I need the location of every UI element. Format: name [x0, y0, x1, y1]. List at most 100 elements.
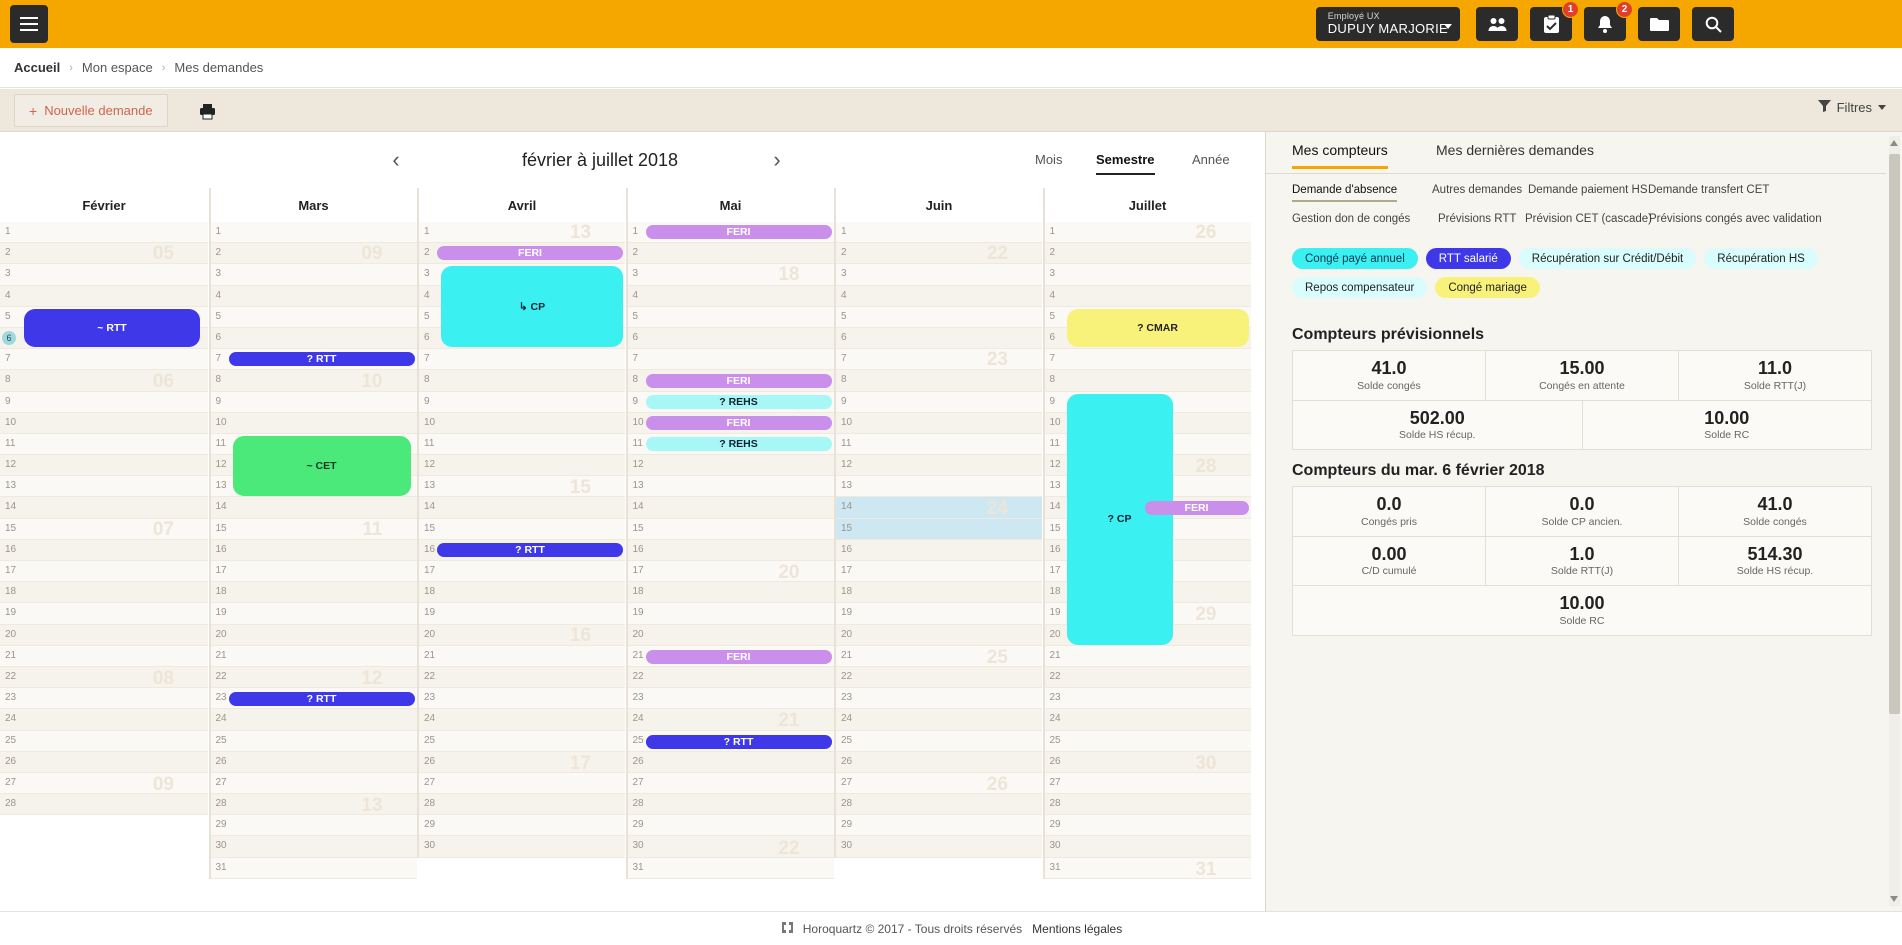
subtab-autres-demandes[interactable]: Autres demandes — [1432, 184, 1522, 200]
day-row[interactable]: 7 — [836, 349, 1042, 370]
day-row[interactable]: 22 — [211, 667, 417, 688]
day-row[interactable]: 20 — [0, 625, 208, 646]
day-row[interactable]: 2 — [1045, 243, 1251, 264]
day-row[interactable]: 8 — [836, 370, 1042, 391]
day-row[interactable]: 4 — [1045, 286, 1251, 307]
day-row[interactable]: 8 — [0, 370, 208, 391]
day-row[interactable]: 15 — [211, 519, 417, 540]
breadcrumb-item-accueil[interactable]: Accueil — [14, 60, 60, 75]
breadcrumb-item-mes-demandes[interactable]: Mes demandes — [174, 60, 263, 75]
day-row[interactable]: 11 — [0, 434, 208, 455]
day-row[interactable]: 24 — [0, 709, 208, 730]
day-row[interactable]: 2 — [211, 243, 417, 264]
day-row[interactable]: 21 — [1045, 646, 1251, 667]
day-row[interactable]: 19 — [0, 603, 208, 624]
day-row[interactable]: 22 — [419, 667, 625, 688]
day-row[interactable]: 27 — [1045, 773, 1251, 794]
day-row[interactable]: 20 — [836, 625, 1042, 646]
day-row[interactable]: 22 — [0, 667, 208, 688]
previous-period-button[interactable]: ‹ — [381, 145, 411, 175]
print-button[interactable] — [193, 97, 221, 125]
day-row[interactable]: 18 — [836, 582, 1042, 603]
day-row[interactable]: 27 — [211, 773, 417, 794]
day-row[interactable]: 10 — [836, 413, 1042, 434]
day-row[interactable]: 26 — [0, 752, 208, 773]
day-row[interactable]: 15 — [628, 519, 834, 540]
day-row[interactable]: 12 — [0, 455, 208, 476]
day-row[interactable]: 3 — [0, 264, 208, 285]
day-row[interactable]: 26 — [419, 752, 625, 773]
day-row[interactable]: 18 — [628, 582, 834, 603]
day-row[interactable]: 7 — [1045, 349, 1251, 370]
day-row[interactable]: 15 — [419, 519, 625, 540]
day-row[interactable]: 31 — [211, 858, 417, 879]
calendar-event[interactable]: ? RTT — [646, 735, 832, 749]
day-row[interactable]: 5 — [628, 307, 834, 328]
day-row[interactable]: 31 — [1045, 858, 1251, 879]
day-row[interactable]: 23 — [419, 688, 625, 709]
subtab-gestion-don-conges[interactable]: Gestion don de congés — [1292, 213, 1410, 229]
day-row[interactable]: 16 — [836, 540, 1042, 561]
day-row[interactable]: 1 — [836, 222, 1042, 243]
day-row[interactable]: 22 — [628, 667, 834, 688]
day-row[interactable]: 1 — [0, 222, 208, 243]
subtab-demande-transfert-cet[interactable]: Demande transfert CET — [1648, 184, 1769, 200]
day-row[interactable]: 6 — [211, 328, 417, 349]
day-row[interactable]: 13 — [628, 476, 834, 497]
day-row[interactable]: 28 — [1045, 794, 1251, 815]
day-row[interactable]: 29 — [628, 815, 834, 836]
day-row[interactable]: 19 — [419, 603, 625, 624]
day-row[interactable]: 19 — [836, 603, 1042, 624]
day-row[interactable]: 30 — [836, 836, 1042, 857]
tab-mes-dernieres-demandes[interactable]: Mes dernières demandes — [1436, 142, 1594, 166]
view-tab-semestre[interactable]: Semestre — [1096, 152, 1155, 175]
day-row[interactable]: 14 — [628, 497, 834, 518]
absence-type-chip[interactable]: Récupération sur Crédit/Débit — [1519, 248, 1697, 269]
day-row[interactable]: 1 — [211, 222, 417, 243]
day-row[interactable]: 13 — [836, 476, 1042, 497]
calendar-event[interactable]: FERI — [646, 374, 832, 388]
day-row[interactable]: 23 — [836, 688, 1042, 709]
day-row[interactable]: 28 — [0, 794, 208, 815]
calendar-event[interactable]: FERI — [646, 650, 832, 664]
day-row[interactable]: 21 — [419, 646, 625, 667]
calendar-event[interactable]: ? REHS — [646, 395, 832, 409]
subtab-demande-absence[interactable]: Demande d'absence — [1292, 184, 1397, 202]
day-row[interactable]: 11 — [836, 434, 1042, 455]
calendar-event[interactable]: FERI — [437, 246, 623, 260]
day-row[interactable]: 16 — [211, 540, 417, 561]
day-row[interactable]: 26 — [628, 752, 834, 773]
day-row[interactable]: 24 — [628, 709, 834, 730]
day-row[interactable]: 28 — [211, 794, 417, 815]
day-row[interactable]: 17 — [0, 561, 208, 582]
documents-button[interactable] — [1638, 7, 1680, 41]
day-row[interactable]: 7 — [0, 349, 208, 370]
day-row[interactable]: 10 — [419, 413, 625, 434]
day-row[interactable]: 25 — [0, 731, 208, 752]
day-row[interactable]: 14 — [419, 497, 625, 518]
day-row[interactable]: 29 — [1045, 815, 1251, 836]
day-row[interactable]: 20 — [419, 625, 625, 646]
user-menu-button[interactable]: Employé UX DUPUY MARJORIE — [1316, 7, 1460, 41]
calendar-event[interactable]: ? RTT — [437, 543, 623, 557]
day-row[interactable]: 9 — [836, 392, 1042, 413]
day-row[interactable]: 21 — [0, 646, 208, 667]
day-row[interactable]: 17 — [628, 561, 834, 582]
day-row[interactable]: 4 — [0, 286, 208, 307]
day-row[interactable]: 26 — [211, 752, 417, 773]
day-row[interactable]: 12 — [419, 455, 625, 476]
day-row[interactable]: 14 — [0, 497, 208, 518]
day-row[interactable]: 27 — [836, 773, 1042, 794]
day-row[interactable]: 19 — [628, 603, 834, 624]
tab-mes-compteurs[interactable]: Mes compteurs — [1292, 142, 1388, 169]
day-row[interactable]: 13 — [419, 476, 625, 497]
day-row[interactable]: 23 — [0, 688, 208, 709]
day-row[interactable]: 23 — [1045, 688, 1251, 709]
calendar-event[interactable]: ~ RTT — [24, 309, 200, 347]
day-row[interactable]: 12 — [628, 455, 834, 476]
day-row[interactable]: 19 — [211, 603, 417, 624]
calendar-event[interactable]: ↳ CP — [441, 266, 623, 347]
day-row[interactable]: 24 — [211, 709, 417, 730]
subtab-prevision-cet-cascade[interactable]: Prévision CET (cascade) — [1525, 213, 1652, 229]
day-row[interactable]: 13 — [0, 476, 208, 497]
